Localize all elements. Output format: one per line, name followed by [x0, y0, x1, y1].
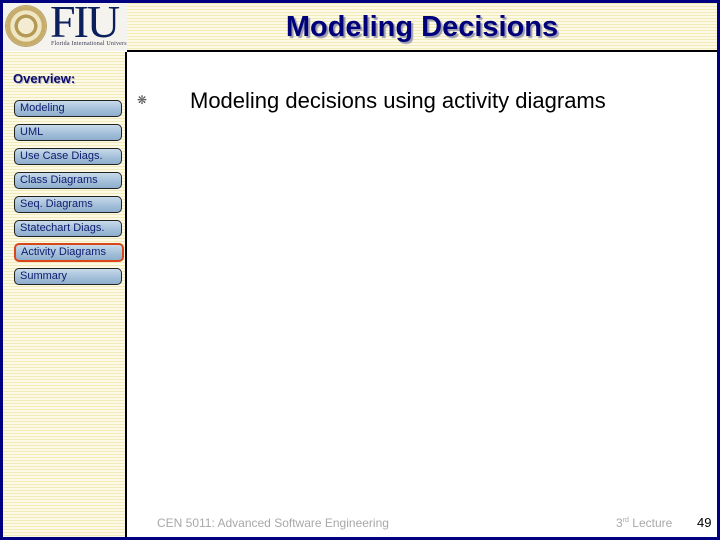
fiu-logo: FIU Florida International University [3, 3, 127, 51]
sidebar-item-seq-diagrams[interactable]: Seq. Diagrams [14, 196, 122, 213]
sidebar-item-summary[interactable]: Summary [14, 268, 122, 285]
page-number: 49 [697, 515, 712, 530]
footer-course: CEN 5011: Advanced Software Engineering [157, 516, 389, 530]
lecture-label: Lecture [632, 516, 673, 530]
university-seal-icon [6, 6, 46, 46]
footer-lecture: 3rd Lecture [616, 516, 672, 530]
slide-title: Modeling Decisions [285, 11, 559, 43]
sidebar-item-uml[interactable]: UML [14, 124, 122, 141]
sidebar-heading: Overview: [13, 71, 76, 86]
sidebar-item-modeling[interactable]: Modeling [14, 100, 122, 117]
slide-header: Modeling Decisions [127, 3, 717, 52]
bullet-text: Modeling decisions using activity diagra… [190, 88, 606, 113]
logo-subtitle: Florida International University [51, 41, 127, 47]
sidebar: Overview: Modeling UML Use Case Diags. C… [3, 52, 127, 537]
slide-frame: FIU Florida International University Mod… [3, 3, 717, 537]
sidebar-item-use-case-diags[interactable]: Use Case Diags. [14, 148, 122, 165]
asterisk-bullet-icon: ❋ [137, 93, 148, 107]
sidebar-item-activity-diagrams[interactable]: Activity Diagrams [14, 243, 124, 262]
lecture-suffix: rd [622, 517, 629, 524]
sidebar-item-class-diagrams[interactable]: Class Diagrams [14, 172, 122, 189]
lecture-number: 3 [616, 516, 623, 530]
logo-wordmark: FIU [50, 3, 120, 47]
sidebar-item-statechart-diags[interactable]: Statechart Diags. [14, 220, 122, 237]
